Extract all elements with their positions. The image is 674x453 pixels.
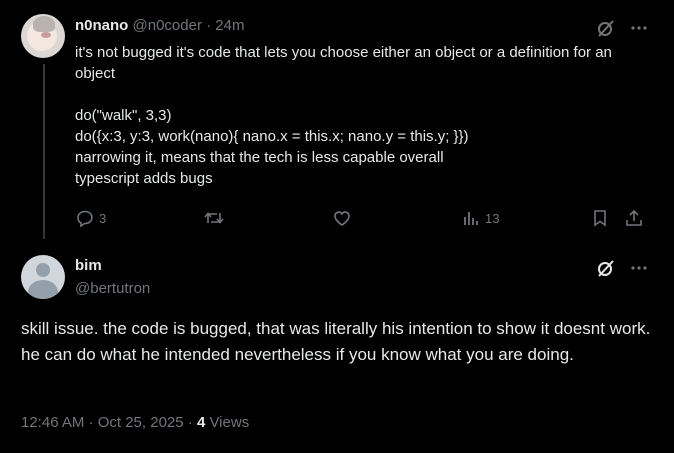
bookmark-action[interactable] xyxy=(590,208,610,228)
reply-count: 3 xyxy=(99,210,107,226)
grok-icon[interactable] xyxy=(596,18,616,38)
post-meta: 12:46 AM · Oct 25, 2025 · 4 Views xyxy=(21,414,249,431)
post-time[interactable]: 24m xyxy=(215,17,244,34)
reply-icon xyxy=(75,208,95,228)
handle[interactable]: @bertutron xyxy=(75,280,150,297)
bookmark-icon xyxy=(590,208,610,228)
share-icon xyxy=(624,208,644,228)
action-bar: 3 13 xyxy=(75,208,650,230)
post-text: it's not bugged it's code that lets you … xyxy=(75,44,612,187)
display-name[interactable]: n0nano xyxy=(75,17,128,34)
views-action[interactable]: 13 xyxy=(461,208,499,228)
post-text: skill issue. the code is bugged, that wa… xyxy=(21,319,651,364)
grok-icon[interactable] xyxy=(596,258,616,278)
views-count: 13 xyxy=(485,210,500,226)
repost-action[interactable] xyxy=(203,208,225,228)
views-icon xyxy=(461,208,481,228)
handle[interactable]: @n0coder xyxy=(133,17,202,34)
avatar[interactable] xyxy=(21,14,65,58)
reply-action[interactable]: 3 xyxy=(75,208,106,228)
share-action[interactable] xyxy=(624,208,644,228)
more-icon[interactable] xyxy=(630,259,648,277)
reply-top-actions xyxy=(596,18,648,38)
separator: · xyxy=(201,17,216,34)
post-timestamp[interactable]: 12:46 AM · Oct 25, 2025 · xyxy=(21,414,197,431)
reply-header: n0nano @n0coder · 24m xyxy=(75,17,244,34)
avatar[interactable] xyxy=(21,255,65,299)
main-top-actions xyxy=(596,258,648,278)
views-label: Views xyxy=(205,414,250,431)
display-name[interactable]: bim xyxy=(75,257,102,274)
more-icon[interactable] xyxy=(630,19,648,37)
reply-post[interactable]: n0nano @n0coder · 24m it's not bugged it… xyxy=(0,0,674,239)
repost-icon xyxy=(203,208,225,228)
thread-line xyxy=(43,64,45,239)
like-icon xyxy=(332,208,352,228)
like-action[interactable] xyxy=(332,208,352,228)
